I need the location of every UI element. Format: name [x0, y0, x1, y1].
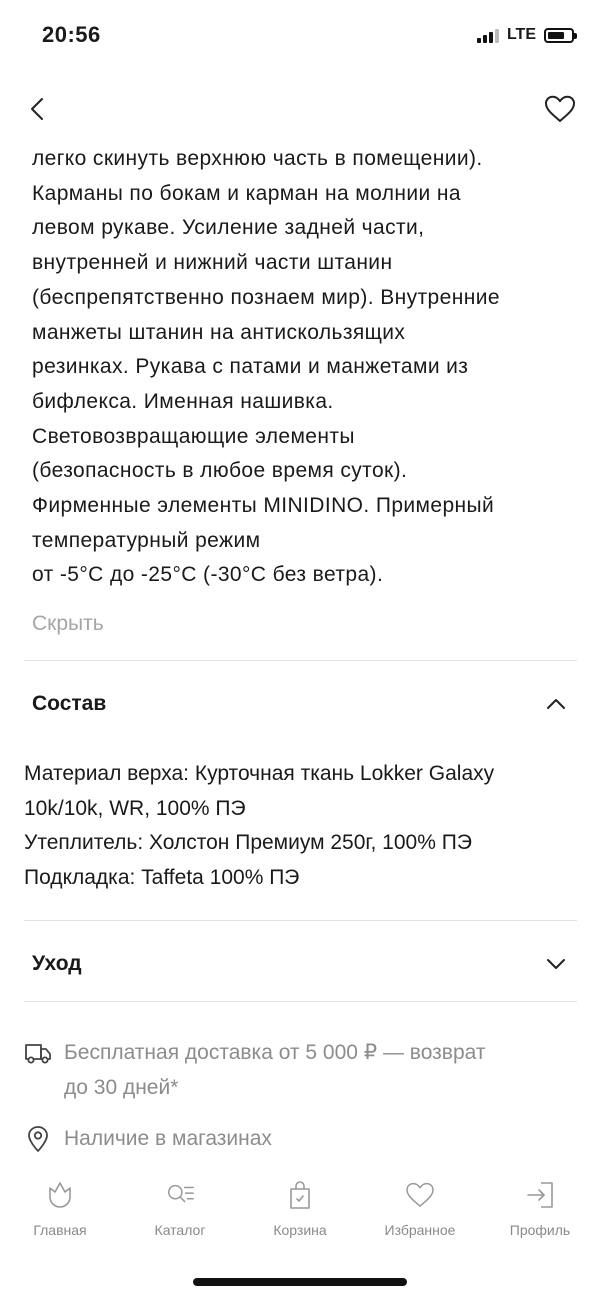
divider	[24, 920, 577, 921]
description-line: Карманы по бокам и карман на молнии на	[32, 181, 461, 205]
bag-icon	[285, 1180, 315, 1210]
back-button[interactable]	[22, 92, 52, 126]
tab-label: Главная	[33, 1222, 87, 1238]
care-section-header[interactable]: Уход	[0, 936, 600, 996]
delivery-text-line: до 30 дней*	[64, 1075, 179, 1099]
chevron-left-icon	[31, 98, 43, 120]
care-title: Уход	[32, 952, 82, 975]
nav-bar	[0, 82, 600, 138]
bottom-tab-bar: Главная Каталог Корзина Избранное Профил…	[0, 1172, 600, 1252]
network-type: LTE	[506, 26, 536, 43]
tab-label: Корзина	[273, 1222, 327, 1238]
tab-profile[interactable]: Профиль	[480, 1172, 600, 1252]
divider	[24, 660, 577, 661]
tab-home[interactable]: Главная	[0, 1172, 120, 1252]
description-line: бифлекса. Именная нашивка.	[32, 389, 334, 413]
status-bar: 20:56 LTE	[0, 0, 600, 72]
description-line: температурный режим	[32, 528, 261, 552]
description-line: легко скинуть верхнюю часть в помещении)…	[32, 147, 483, 170]
tab-catalog[interactable]: Каталог	[120, 1172, 240, 1252]
description-line: резинках. Рукава с патами и манжетами из	[32, 355, 469, 379]
status-indicators: LTE	[476, 26, 577, 44]
tab-cart[interactable]: Корзина	[240, 1172, 360, 1252]
divider	[24, 1001, 577, 1002]
composition-content: Материал верха: Курточная ткань Lokker G…	[24, 757, 584, 895]
chevron-up-icon	[546, 694, 566, 714]
description-line: (безопасность в любое время суток).	[32, 459, 408, 483]
chevron-down-icon	[546, 954, 566, 974]
delivery-text-line: Бесплатная доставка от 5 000 ₽ — возврат	[64, 1041, 486, 1064]
signal-icon	[476, 27, 499, 43]
login-icon	[525, 1180, 555, 1210]
tab-favorites[interactable]: Избранное	[360, 1172, 480, 1252]
location-pin-icon	[28, 1126, 48, 1152]
store-availability-text: Наличие в магазинах	[64, 1127, 272, 1150]
description-line: от -5°C до -25°C (-30°C без ветра).	[32, 563, 384, 587]
composition-line: 10k/10k, WR, 100% ПЭ	[24, 796, 246, 820]
composition-line: Подкладка: Taffeta 100% ПЭ	[24, 865, 300, 889]
description-line: Фирменные элементы MINIDINO. Примерный	[32, 494, 495, 518]
composition-line: Утеплитель: Холстон Премиум 250г, 100% П…	[24, 831, 472, 854]
product-description: легко скинуть верхнюю часть в помещении)…	[32, 142, 572, 593]
catalog-search-icon	[165, 1180, 195, 1210]
description-line: Световозвращающие элементы	[32, 424, 355, 448]
favorite-button[interactable]	[542, 92, 578, 126]
description-line: левом рукаве. Усиление задней части,	[32, 216, 425, 240]
truck-icon	[25, 1044, 51, 1064]
hide-description-link[interactable]: Скрыть	[32, 612, 104, 636]
tulip-icon	[45, 1180, 75, 1210]
heart-icon	[405, 1180, 435, 1210]
description-line: (беспрепятственно познаем мир). Внутренн…	[32, 285, 500, 309]
delivery-info: Бесплатная доставка от 5 000 ₽ — возврат…	[24, 1036, 584, 1105]
battery-icon	[544, 27, 577, 43]
description-line: внутренней и нижний части штанин	[32, 251, 393, 275]
status-time: 20:56	[42, 22, 101, 47]
tab-label: Профиль	[509, 1222, 571, 1238]
home-indicator	[193, 1278, 407, 1286]
description-line: манжеты штанин на антискользящих	[32, 320, 406, 344]
composition-section-header[interactable]: Состав	[0, 676, 600, 736]
composition-line: Материал верха: Курточная ткань Lokker G…	[24, 762, 495, 785]
store-availability-link[interactable]: Наличие в магазинах	[24, 1122, 584, 1157]
composition-title: Состав	[32, 692, 107, 715]
tab-label: Избранное	[384, 1222, 456, 1238]
heart-icon	[545, 95, 575, 122]
tab-label: Каталог	[154, 1222, 206, 1238]
